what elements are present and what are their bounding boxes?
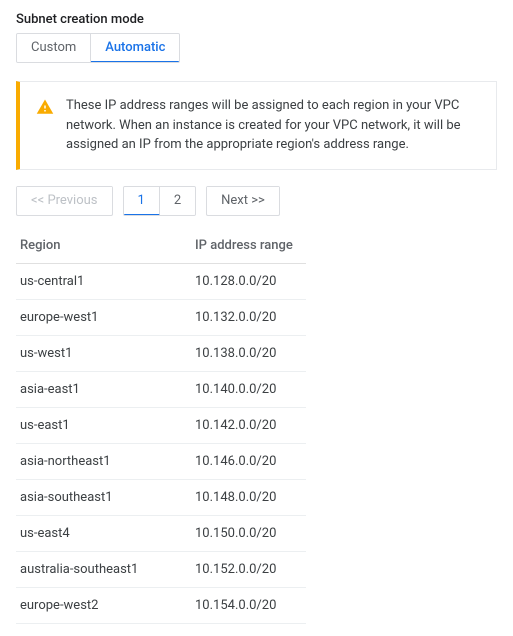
- cell-range: 10.148.0.0/20: [191, 479, 306, 515]
- cell-region: europe-west2: [16, 587, 191, 623]
- subnet-mode-tabs: Custom Automatic: [16, 33, 180, 63]
- cell-range: 10.142.0.0/20: [191, 407, 306, 443]
- cell-region: asia-northeast1: [16, 443, 191, 479]
- cell-range: 10.132.0.0/20: [191, 299, 306, 335]
- warning-icon: [36, 98, 54, 116]
- table-row: asia-east110.140.0.0/20: [16, 371, 306, 407]
- subnet-table: Region IP address range us-central110.12…: [16, 230, 306, 624]
- cell-region: us-west1: [16, 335, 191, 371]
- next-button-wrap: Next >>: [206, 186, 280, 216]
- cell-region: asia-southeast1: [16, 479, 191, 515]
- cell-range: 10.152.0.0/20: [191, 551, 306, 587]
- col-header-region: Region: [16, 230, 191, 264]
- info-banner-text: These IP address ranges will be assigned…: [66, 96, 480, 155]
- table-row: australia-southeast110.152.0.0/20: [16, 551, 306, 587]
- cell-region: australia-southeast1: [16, 551, 191, 587]
- table-row: asia-southeast110.148.0.0/20: [16, 479, 306, 515]
- cell-region: us-central1: [16, 263, 191, 299]
- page-number-group: 1 2: [123, 186, 197, 216]
- table-row: us-west110.138.0.0/20: [16, 335, 306, 371]
- info-banner: These IP address ranges will be assigned…: [16, 81, 497, 170]
- col-header-range: IP address range: [191, 230, 306, 264]
- table-row: asia-northeast110.146.0.0/20: [16, 443, 306, 479]
- table-row: us-east410.150.0.0/20: [16, 515, 306, 551]
- tab-custom[interactable]: Custom: [17, 34, 91, 62]
- previous-button[interactable]: << Previous: [17, 187, 112, 214]
- cell-range: 10.128.0.0/20: [191, 263, 306, 299]
- subnet-mode-label: Subnet creation mode: [16, 12, 497, 27]
- cell-range: 10.154.0.0/20: [191, 587, 306, 623]
- cell-region: us-east1: [16, 407, 191, 443]
- table-row: us-central110.128.0.0/20: [16, 263, 306, 299]
- page-1[interactable]: 1: [124, 187, 160, 216]
- cell-range: 10.146.0.0/20: [191, 443, 306, 479]
- cell-region: asia-east1: [16, 371, 191, 407]
- cell-region: us-east4: [16, 515, 191, 551]
- cell-range: 10.140.0.0/20: [191, 371, 306, 407]
- table-row: europe-west210.154.0.0/20: [16, 587, 306, 623]
- cell-range: 10.138.0.0/20: [191, 335, 306, 371]
- page-2[interactable]: 2: [160, 187, 195, 215]
- prev-button-wrap: << Previous: [16, 186, 113, 216]
- cell-range: 10.150.0.0/20: [191, 515, 306, 551]
- next-button[interactable]: Next >>: [207, 187, 279, 214]
- table-row: us-east110.142.0.0/20: [16, 407, 306, 443]
- table-row: europe-west110.132.0.0/20: [16, 299, 306, 335]
- pagination: << Previous 1 2 Next >>: [16, 186, 497, 216]
- tab-automatic[interactable]: Automatic: [91, 34, 179, 63]
- cell-region: europe-west1: [16, 299, 191, 335]
